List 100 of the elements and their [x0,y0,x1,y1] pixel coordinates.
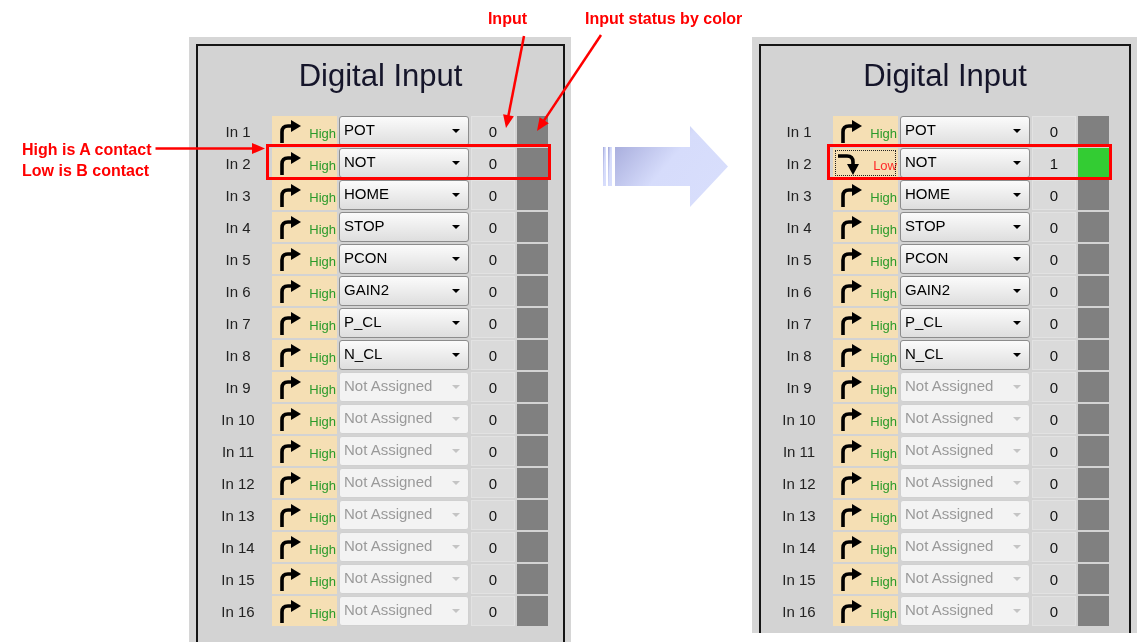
turn-down-arrow-icon [838,151,862,175]
annotation-text: Input [487,9,527,29]
function-dropdown[interactable]: P_CL [900,308,1030,338]
input-value: 0 [1032,308,1076,338]
polarity-toggle[interactable]: High [272,276,337,306]
caret-icon [452,545,460,549]
input-label: In 8 [225,346,251,364]
caret-icon [452,481,460,485]
turn-right-arrow-icon [277,567,301,591]
polarity-toggle[interactable]: High [272,308,337,338]
polarity-toggle[interactable]: High [272,244,337,274]
input-label: In 9 [786,378,812,396]
function-dropdown[interactable]: P_CL [339,308,469,338]
input-value: 0 [471,180,515,210]
turn-right-arrow-icon [277,151,301,175]
turn-right-arrow-icon [838,535,862,559]
function-dropdown[interactable]: POT [339,116,469,146]
function-dropdown[interactable]: N_CL [900,340,1030,370]
turn-right-arrow-icon [277,183,301,207]
turn-right-arrow-icon [277,343,301,367]
input-label: In 4 [786,218,812,236]
caret-icon [452,321,460,325]
polarity-toggle[interactable]: High [272,148,337,178]
input-label: In 7 [786,314,812,332]
input-label: In 15 [221,570,255,588]
caret-icon [1013,193,1021,197]
function-dropdown[interactable]: STOP [339,212,469,242]
turn-right-arrow-icon [277,311,301,335]
input-value: 0 [471,564,515,594]
caret-icon [452,161,460,165]
turn-right-arrow-icon [838,439,862,463]
caret-icon [1013,289,1021,293]
function-dropdown[interactable]: GAIN2 [900,276,1030,306]
caret-icon [1013,417,1021,421]
polarity-toggle[interactable]: High [833,180,898,210]
input-value: 0 [1032,276,1076,306]
turn-right-arrow-icon [277,535,301,559]
input-value: 0 [1032,212,1076,242]
input-value: 0 [1032,404,1076,434]
input-value: 0 [471,244,515,274]
input-value: 0 [471,596,515,626]
turn-right-arrow-icon [838,407,862,431]
polarity-toggle[interactable]: High [833,308,898,338]
input-value: 0 [1032,596,1076,626]
function-dropdown[interactable]: NOT [900,148,1030,178]
caret-icon [452,577,460,581]
turn-right-arrow-icon [838,119,862,143]
input-label: In 15 [782,570,816,588]
input-label: In 2 [225,154,251,172]
input-label: In 8 [786,346,812,364]
turn-right-arrow-icon [838,311,862,335]
caret-icon [1013,321,1021,325]
input-value: 0 [471,468,515,498]
polarity-toggle[interactable]: High [833,244,898,274]
caret-icon [1013,385,1021,389]
caret-icon [1013,449,1021,453]
polarity-toggle[interactable]: High [272,116,337,146]
input-label: In 16 [782,602,816,620]
polarity-toggle[interactable]: High [833,276,898,306]
caret-icon [1013,257,1021,261]
polarity-toggle[interactable]: High [272,340,337,370]
turn-right-arrow-icon [277,247,301,271]
input-value: 0 [471,212,515,242]
input-value: 0 [471,340,515,370]
input-label: In 12 [221,474,255,492]
function-dropdown[interactable]: HOME [339,180,469,210]
caret-icon [452,417,460,421]
annotation-text: Input status by color [585,9,743,29]
polarity-toggle[interactable]: High [833,212,898,242]
input-value: 0 [471,276,515,306]
input-label: In 4 [225,218,251,236]
input-value: 0 [471,532,515,562]
polarity-toggle[interactable]: High [833,116,898,146]
caret-icon [452,385,460,389]
function-dropdown[interactable]: N_CL [339,340,469,370]
turn-right-arrow-icon [277,439,301,463]
function-dropdown[interactable]: POT [900,116,1030,146]
polarity-toggle[interactable]: High [833,340,898,370]
input-label: In 10 [221,410,255,428]
polarity-toggle[interactable]: High [272,180,337,210]
panel-title: Digital Input [298,57,463,95]
function-dropdown[interactable]: STOP [900,212,1030,242]
caret-icon [1013,353,1021,357]
function-dropdown[interactable]: PCON [339,244,469,274]
input-value: 0 [471,436,515,466]
turn-right-arrow-icon [838,471,862,495]
function-dropdown[interactable]: HOME [900,180,1030,210]
turn-right-arrow-icon [838,503,862,527]
turn-right-arrow-icon [838,567,862,591]
caret-icon [452,129,460,133]
function-dropdown[interactable]: NOT [339,148,469,178]
turn-right-arrow-icon [838,343,862,367]
caret-icon [1013,577,1021,581]
input-value: 0 [471,148,515,178]
input-label: In 13 [221,506,255,524]
function-dropdown[interactable]: GAIN2 [339,276,469,306]
polarity-toggle[interactable]: Low [833,148,898,178]
polarity-toggle[interactable]: High [272,212,337,242]
input-value: 0 [1032,372,1076,402]
function-dropdown[interactable]: PCON [900,244,1030,274]
